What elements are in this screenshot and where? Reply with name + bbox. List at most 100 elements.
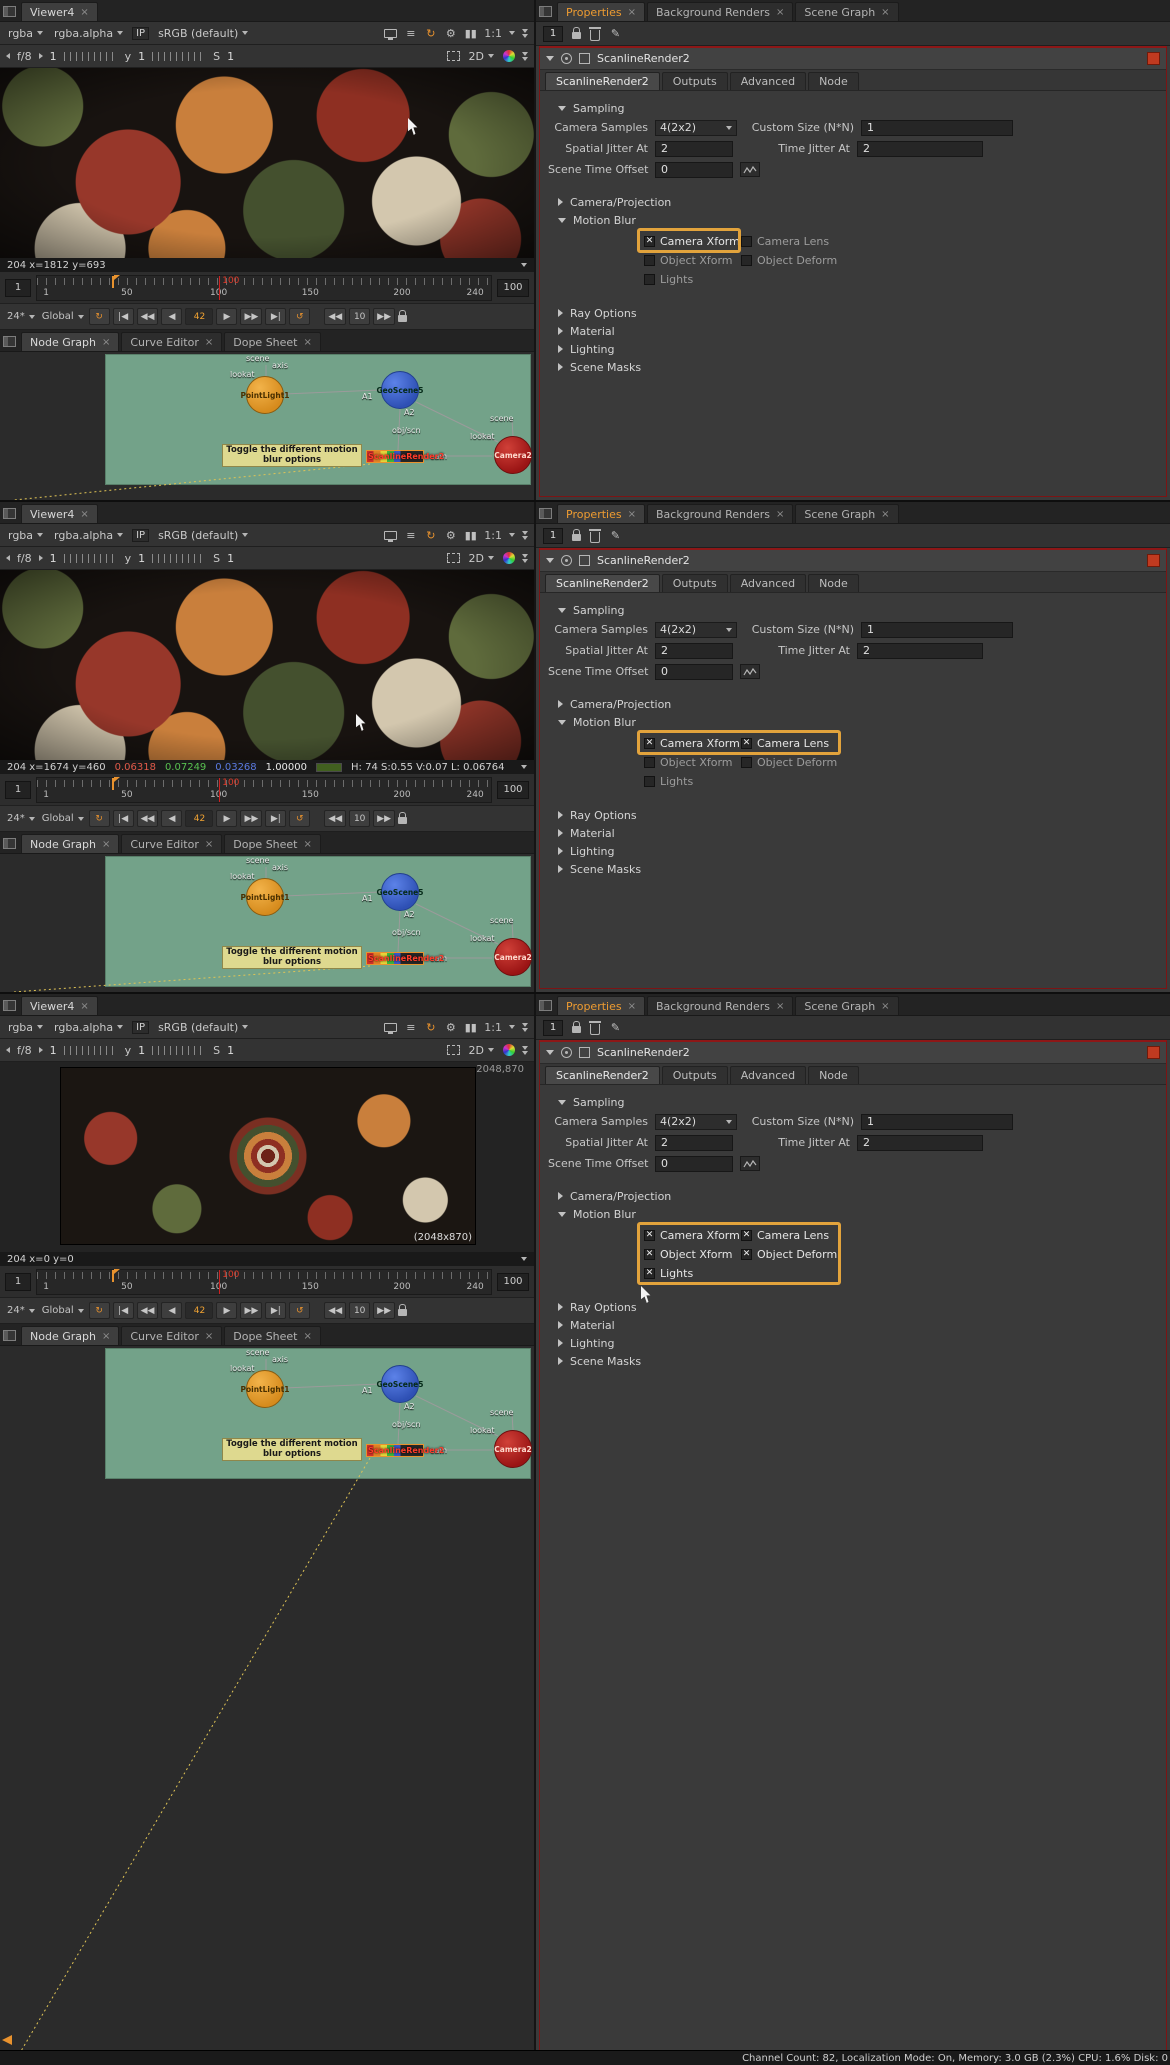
- custom-size-field[interactable]: 1: [861, 1114, 1013, 1130]
- fps-dropdown[interactable]: 24*: [5, 1304, 37, 1317]
- playhead[interactable]: [219, 276, 220, 300]
- display-icon[interactable]: [384, 29, 397, 38]
- list-icon[interactable]: ≡: [404, 529, 417, 542]
- tab-properties[interactable]: Properties ×: [557, 2, 645, 21]
- tab-dope-sheet[interactable]: Dope Sheet ×: [224, 1326, 321, 1345]
- viewer-canvas[interactable]: [0, 68, 534, 258]
- group-ray-options[interactable]: Ray Options: [548, 1298, 1158, 1316]
- fast-rewind-button[interactable]: ◀◀: [137, 810, 159, 827]
- gain-value[interactable]: 1: [50, 50, 57, 63]
- max-panels-field[interactable]: 1: [543, 26, 563, 42]
- close-icon[interactable]: ×: [304, 839, 312, 850]
- group-motion-blur[interactable]: Motion Blur: [548, 713, 1158, 731]
- channels-dropdown[interactable]: rgba: [6, 1020, 45, 1035]
- close-icon[interactable]: ×: [881, 7, 889, 18]
- double-chevron-icon[interactable]: [522, 1023, 528, 1032]
- pencil-icon[interactable]: ✎: [609, 27, 622, 40]
- timeline-ruler[interactable]: 1 50 100 150 200 240 100: [36, 1269, 492, 1295]
- panel-layout-icon[interactable]: [3, 6, 16, 17]
- fps-dropdown[interactable]: 24*: [5, 310, 37, 323]
- panel-layout-icon[interactable]: [539, 1000, 552, 1011]
- fast-forward-button[interactable]: ▶▶: [240, 1302, 262, 1319]
- step-forward-button[interactable]: ▶: [216, 810, 237, 827]
- loop-icon[interactable]: ↻: [89, 308, 110, 325]
- input-process-toggle[interactable]: IP: [132, 529, 149, 542]
- sticky-note[interactable]: Toggle the different motion blur options: [222, 946, 362, 969]
- custom-size-field[interactable]: 1: [861, 120, 1013, 136]
- step-back-button[interactable]: ◀: [161, 810, 182, 827]
- gamma-value[interactable]: 1: [138, 50, 145, 63]
- frame-decrement-button[interactable]: ◀◀: [324, 810, 346, 827]
- tab-node-graph[interactable]: Node Graph ×: [21, 332, 119, 351]
- range-end-box[interactable]: 100: [497, 279, 529, 297]
- frame-increment-button[interactable]: ▶▶: [373, 1302, 395, 1319]
- object-xform-checkbox[interactable]: Object Xform: [644, 753, 741, 771]
- tab-viewer4[interactable]: Viewer4 ×: [21, 2, 98, 21]
- tab-properties[interactable]: Properties ×: [557, 504, 645, 523]
- pencil-icon[interactable]: ✎: [609, 529, 622, 542]
- node-color-swatch[interactable]: [1147, 554, 1160, 567]
- lock-icon[interactable]: [398, 315, 407, 322]
- close-icon[interactable]: ×: [776, 509, 784, 520]
- colorspace-dropdown[interactable]: sRGB (default): [156, 26, 250, 41]
- float-panel-icon[interactable]: [579, 555, 590, 566]
- view-mode-dropdown[interactable]: 2D: [467, 551, 496, 566]
- range-end-box[interactable]: 100: [497, 781, 529, 799]
- collapse-triangle-icon[interactable]: [546, 56, 554, 61]
- list-icon[interactable]: ≡: [404, 1021, 417, 1034]
- close-icon[interactable]: ×: [205, 839, 213, 850]
- close-icon[interactable]: ×: [102, 1331, 110, 1342]
- step-forward-button[interactable]: ▶: [216, 308, 237, 325]
- custom-size-field[interactable]: 1: [861, 622, 1013, 638]
- fps-dropdown[interactable]: 24*: [5, 812, 37, 825]
- gain-slider[interactable]: [64, 1046, 118, 1055]
- lock-icon[interactable]: [572, 534, 581, 541]
- double-chevron-icon[interactable]: [522, 554, 528, 563]
- camera-lens-checkbox[interactable]: Camera Lens: [741, 1226, 841, 1244]
- camera-lens-checkbox[interactable]: Camera Lens: [741, 232, 841, 250]
- colorspace-dropdown[interactable]: sRGB (default): [156, 1020, 250, 1035]
- panel-layout-icon[interactable]: [3, 1330, 16, 1341]
- panel-layout-icon[interactable]: [3, 336, 16, 347]
- pause-icon[interactable]: ▮▮: [464, 1021, 477, 1034]
- tab-properties[interactable]: Properties ×: [557, 996, 645, 1015]
- group-motion-blur[interactable]: Motion Blur: [548, 1205, 1158, 1223]
- channels-dropdown[interactable]: rgba: [6, 26, 45, 41]
- list-icon[interactable]: ≡: [404, 27, 417, 40]
- tab-node[interactable]: Node: [808, 1066, 859, 1084]
- tab-scene-graph[interactable]: Scene Graph ×: [795, 996, 898, 1015]
- tab-viewer4[interactable]: Viewer4 ×: [21, 504, 98, 523]
- group-material[interactable]: Material: [548, 1316, 1158, 1334]
- display-icon[interactable]: [384, 531, 397, 540]
- close-icon[interactable]: ×: [102, 337, 110, 348]
- fstop-label[interactable]: f/8: [17, 50, 32, 63]
- chevron-right-icon[interactable]: [39, 555, 43, 561]
- node-scanlinerender2[interactable]: ScanlineRender2: [366, 450, 424, 463]
- color-wheel-icon[interactable]: [503, 50, 515, 62]
- node-scanlinerender2[interactable]: ScanlineRender2: [366, 952, 424, 965]
- timeline-ruler[interactable]: 1 50 100 150 200 240 100: [36, 777, 492, 803]
- node-color-swatch[interactable]: [1147, 1046, 1160, 1059]
- tab-scanlinerender2[interactable]: ScanlineRender2: [545, 1066, 660, 1084]
- viewer-canvas[interactable]: [0, 570, 534, 760]
- layer-dropdown[interactable]: rgba.alpha: [52, 26, 125, 41]
- playback-mode-icon[interactable]: ↺: [289, 1302, 310, 1319]
- gear-icon[interactable]: ⚙: [444, 27, 457, 40]
- frame-increment-button[interactable]: ▶▶: [373, 810, 395, 827]
- tab-viewer4[interactable]: Viewer4 ×: [21, 996, 98, 1015]
- object-deform-checkbox[interactable]: Object Deform: [741, 251, 841, 269]
- trash-icon[interactable]: [590, 30, 600, 41]
- node-camera2[interactable]: Camera2: [494, 1430, 532, 1468]
- collapse-triangle-icon[interactable]: [546, 1050, 554, 1055]
- node-scanlinerender2[interactable]: ScanlineRender2: [366, 1444, 424, 1457]
- zoom-ratio-label[interactable]: 1:1: [484, 529, 502, 542]
- lock-icon[interactable]: [398, 817, 407, 824]
- layer-dropdown[interactable]: rgba.alpha: [52, 1020, 125, 1035]
- chevron-down-icon[interactable]: [509, 1025, 515, 1029]
- fstop-label[interactable]: f/8: [17, 552, 32, 565]
- chevron-down-icon[interactable]: [521, 263, 527, 267]
- tab-curve-editor[interactable]: Curve Editor ×: [121, 1326, 222, 1345]
- zoom-ratio-label[interactable]: 1:1: [484, 27, 502, 40]
- tab-node[interactable]: Node: [808, 574, 859, 592]
- group-sampling[interactable]: Sampling: [548, 601, 1158, 619]
